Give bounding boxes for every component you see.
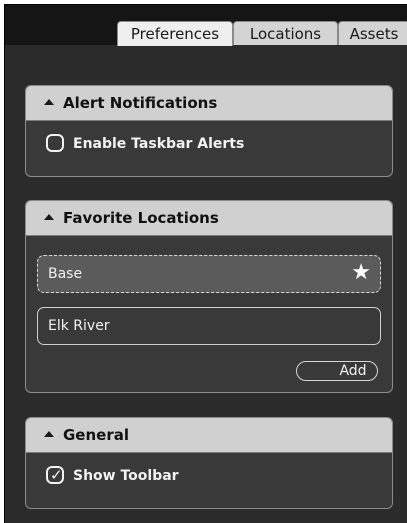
add-location-button[interactable]: Add	[296, 361, 378, 381]
tab-preferences[interactable]: Preferences	[117, 21, 233, 46]
star-icon[interactable]: ★	[351, 256, 371, 290]
tab-locations[interactable]: Locations	[233, 21, 338, 45]
favorite-locations-panel: Favorite Locations Base ★ Elk River Add	[25, 200, 393, 393]
checkbox-label: Enable Taskbar Alerts	[73, 136, 245, 152]
tab-strip: Preferences Locations Assets	[5, 5, 407, 46]
favorite-locations-header[interactable]: Favorite Locations	[26, 201, 392, 236]
location-name: Elk River	[48, 318, 110, 334]
add-button-label: Add	[339, 363, 367, 379]
location-name: Base	[48, 266, 83, 282]
alert-notifications-header[interactable]: Alert Notifications	[26, 86, 392, 121]
tab-assets[interactable]: Assets	[338, 21, 407, 45]
collapse-icon	[44, 99, 54, 105]
alert-notifications-panel: Alert Notifications Enable Taskbar Alert…	[25, 85, 393, 177]
panel-title: Alert Notifications	[63, 94, 218, 112]
checkmark-icon: ✓	[50, 466, 63, 484]
general-panel: General ✓ Show Toolbar	[25, 417, 393, 509]
checkbox-icon	[46, 134, 64, 152]
checkbox-icon: ✓	[46, 466, 64, 484]
location-item-base[interactable]: Base ★	[37, 255, 381, 293]
checkbox-label: Show Toolbar	[73, 468, 179, 484]
collapse-icon	[44, 431, 54, 437]
preferences-window: Preferences Locations Assets Alert Notif…	[4, 4, 407, 523]
collapse-icon	[44, 214, 54, 220]
panel-title: Favorite Locations	[63, 209, 219, 227]
panel-title: General	[63, 426, 129, 444]
general-header[interactable]: General	[26, 418, 392, 453]
location-item-elk-river[interactable]: Elk River	[37, 307, 381, 345]
